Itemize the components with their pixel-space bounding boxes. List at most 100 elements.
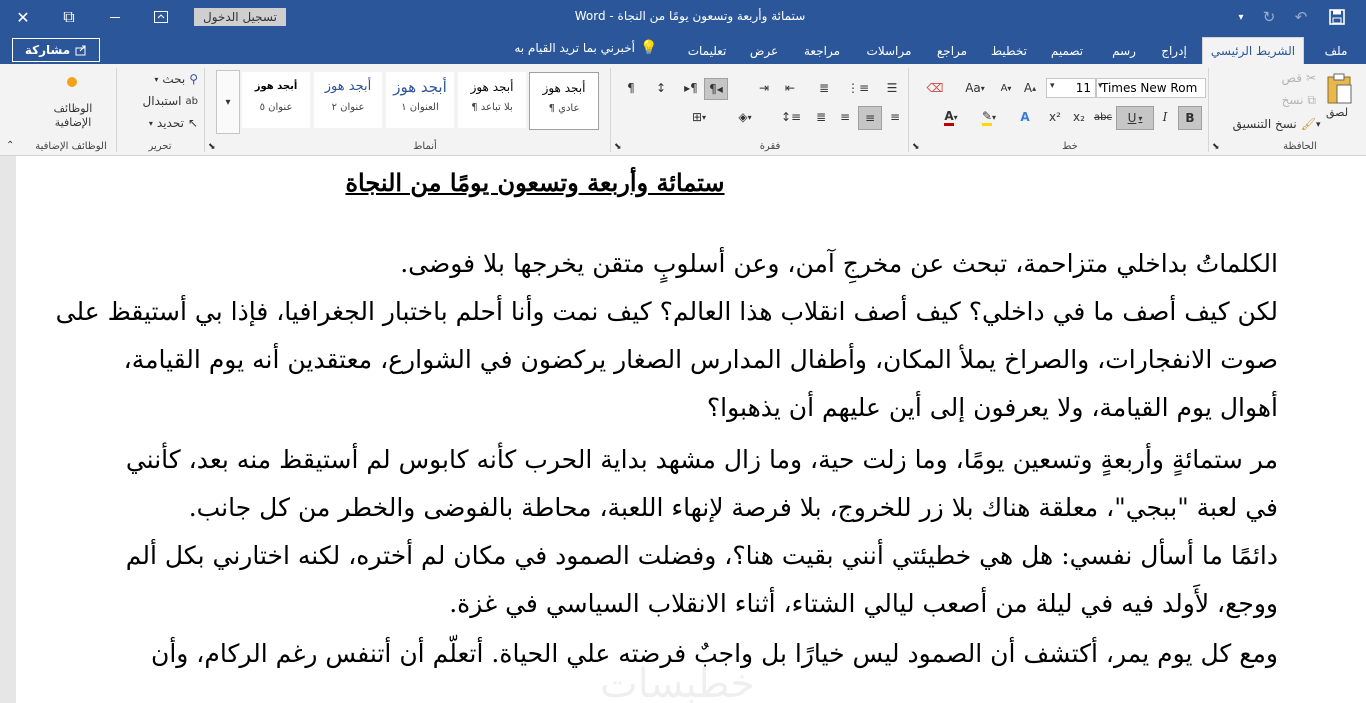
show-marks-button[interactable]: ¶ [620, 78, 642, 98]
style-preview: أبجد هوز [393, 78, 447, 96]
cursor-icon: ↖ [187, 116, 198, 130]
highlighter-icon: ✎ [981, 109, 993, 126]
align-center-button[interactable]: ≡ [858, 106, 882, 130]
sort-button[interactable]: ↕ [650, 78, 672, 98]
redo-icon: ↻ [1262, 8, 1276, 26]
restore-button[interactable]: ⧉ [46, 0, 92, 34]
numbering-button[interactable]: ⋮≡ [846, 78, 870, 98]
select-button[interactable]: ▾ تحديد ↖ [122, 114, 198, 132]
change-case-button[interactable]: Aa ▾ [958, 78, 992, 98]
clear-formatting-button[interactable]: ⌫ [922, 78, 948, 98]
lightbulb-icon: 💡 [640, 40, 658, 56]
minimize-icon [110, 16, 120, 18]
grow-font-button[interactable]: A ▴ [1020, 78, 1040, 98]
tab-insert[interactable]: إدراج [1152, 38, 1196, 64]
style-heading-5[interactable]: أبجد هوز عنوان ٥ [242, 72, 310, 128]
close-button[interactable]: ✕ [0, 0, 46, 34]
strikethrough-button[interactable]: abc [1092, 106, 1114, 128]
cut-button[interactable]: قص ✂ [1262, 70, 1317, 86]
underline-button[interactable]: U ▾ [1116, 106, 1154, 130]
shrink-font-button[interactable]: A ▾ [996, 78, 1016, 98]
style-heading-1[interactable]: أبجد هوز العنوان ١ [386, 72, 454, 128]
share-label: مشاركة [24, 43, 71, 57]
bullets-button[interactable]: ☰ [880, 78, 904, 98]
chevron-up-icon: ⌃ [6, 140, 15, 151]
strikethrough-icon: abc [1094, 111, 1112, 123]
style-no-spacing[interactable]: أبجد هوز ¶ بلا تباعد [458, 72, 526, 128]
replace-button[interactable]: استبدال ab [122, 92, 198, 110]
tab-mailings[interactable]: مراسلات [856, 38, 922, 64]
styles-launcher[interactable]: ⬊ [208, 142, 216, 152]
multilevel-list-button[interactable]: ≣ [812, 78, 836, 98]
increase-indent-button[interactable]: ⇥ [752, 78, 776, 98]
tab-references[interactable]: مراجع [928, 38, 976, 64]
style-heading-2[interactable]: أبجد هوز عنوان ٢ [314, 72, 382, 128]
qat-customize-button[interactable]: ▾ [1232, 0, 1250, 34]
title-bar: ✕ ⧉ تسجيل الدخول ستمائة وأربعة وتسعون يو… [0, 0, 1366, 34]
clipboard-launcher[interactable]: ⬊ [1212, 142, 1220, 152]
font-name-box[interactable]: Times New Rom [1096, 78, 1206, 98]
style-name: العنوان ١ [401, 102, 439, 113]
tab-design[interactable]: تصميم [1042, 38, 1092, 64]
minimize-button[interactable] [92, 0, 138, 34]
separator [610, 68, 611, 152]
shading-button[interactable]: ◈ ▾ [728, 106, 762, 128]
align-left-button[interactable]: ≡ [834, 106, 856, 128]
font-size-dropdown[interactable]: ▾ [1050, 81, 1055, 91]
font-color-icon: A [944, 109, 954, 126]
subscript-button[interactable]: x₂ [1068, 106, 1090, 128]
text-effects-button[interactable]: A [1012, 106, 1038, 128]
paste-button[interactable] [1320, 70, 1358, 108]
font-name-dropdown[interactable]: ▾ [1098, 81, 1103, 91]
sign-in-button[interactable]: تسجيل الدخول [194, 8, 286, 26]
find-button[interactable]: ▾ بحث ⚲ [122, 70, 198, 88]
style-normal[interactable]: أبجد هوز ¶ عادي [529, 72, 599, 130]
align-right-button[interactable]: ≡ [884, 106, 906, 128]
superscript-button[interactable]: x² [1044, 106, 1066, 128]
rtl-icon: ¶◂ [709, 82, 723, 96]
ltr-icon: ▸¶ [684, 81, 698, 95]
rtl-direction-button[interactable]: ¶◂ [704, 78, 728, 100]
italic-button[interactable]: I [1154, 106, 1176, 128]
tab-file[interactable]: ملف [1314, 38, 1358, 64]
copy-icon: ⧉ [1307, 92, 1316, 107]
decrease-indent-button[interactable]: ⇤ [778, 78, 802, 98]
justify-button[interactable]: ≣ [810, 106, 832, 128]
paragraph-launcher[interactable]: ⬊ [614, 142, 622, 152]
font-color-button[interactable]: A ▾ [934, 106, 968, 128]
style-name: عنوان ٢ [331, 102, 365, 113]
highlight-button[interactable]: ✎ ▾ [972, 106, 1006, 128]
tab-layout[interactable]: تخطيط [984, 38, 1034, 64]
addins-button[interactable] [42, 72, 102, 92]
grow-font-icon: A [1023, 81, 1033, 95]
superscript-icon: x² [1049, 110, 1061, 124]
tab-view[interactable]: عرض [744, 38, 784, 64]
font-launcher[interactable]: ⬊ [912, 142, 920, 152]
redo-button[interactable]: ↻ [1258, 0, 1280, 34]
ribbon-display-icon [154, 11, 168, 23]
undo-button[interactable]: ↶ [1290, 0, 1312, 34]
format-painter-button[interactable]: نسخ التنسيق 🖌 [1222, 116, 1316, 132]
ltr-direction-button[interactable]: ▸¶ [680, 78, 702, 98]
save-button[interactable] [1324, 0, 1350, 34]
line-spacing-button[interactable]: ↕≡ [776, 106, 806, 128]
tab-review[interactable]: مراجعة [794, 38, 850, 64]
align-left-icon: ≡ [839, 110, 851, 124]
tab-draw[interactable]: رسم [1102, 38, 1146, 64]
styles-more-button[interactable]: ▾ [216, 70, 240, 134]
style-name: ¶ بلا تباعد [471, 102, 513, 113]
share-button[interactable]: مشاركة [12, 38, 100, 62]
numbering-icon: ⋮≡ [846, 81, 870, 95]
document-canvas[interactable]: ستمائة وأربعة وتسعون يومًا من النجاة الك… [0, 156, 1366, 703]
borders-button[interactable]: ⊞ ▾ [682, 106, 716, 128]
collapse-ribbon-button[interactable]: ⌃ [6, 140, 14, 151]
tab-help[interactable]: تعليمات [678, 38, 736, 64]
replace-label: استبدال [142, 94, 182, 108]
tab-home[interactable]: الشريط الرئيسي [1202, 37, 1304, 65]
ribbon-display-options-button[interactable] [138, 0, 184, 34]
tell-me-search[interactable]: أخبرني بما تريد القيام به [475, 41, 635, 61]
paste-dropdown[interactable]: ▾ [1316, 120, 1321, 130]
document-line: مر ستمائةٍ وأربعةٍ وتسعين يومًا، وما زلت… [125, 445, 1278, 474]
copy-button[interactable]: نسخ ⧉ [1262, 92, 1316, 108]
bold-button[interactable]: B [1178, 106, 1202, 130]
